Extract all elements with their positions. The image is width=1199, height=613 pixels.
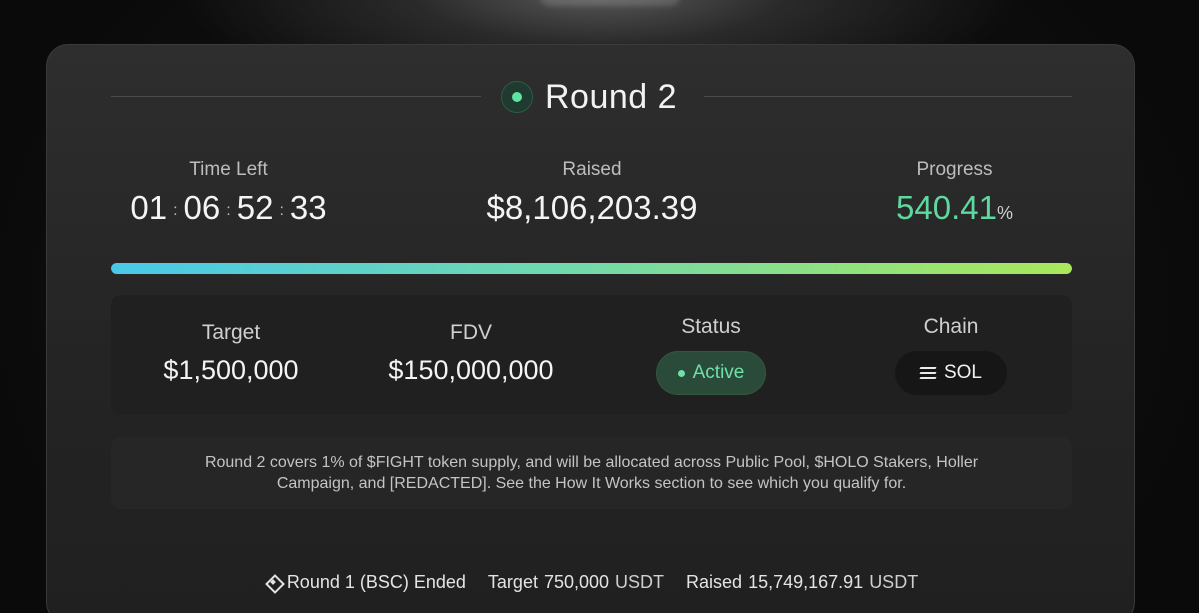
status-label: Status [681, 315, 741, 338]
fdv-info: FDV $150,000,000 [351, 295, 591, 415]
bnb-icon [265, 574, 281, 590]
round-card: Round 2 Time Left 01 : 06 : 52 : 33 Rais… [46, 44, 1135, 613]
timer-frames: 33 [289, 189, 327, 226]
round1-raised-label: Raised [686, 571, 743, 592]
progress-unit: % [996, 203, 1013, 223]
round-info-panel: Target $1,500,000 FDV $150,000,000 Statu… [111, 295, 1072, 415]
timer-minutes: 06 [183, 189, 221, 226]
raised-label: Raised [562, 159, 622, 180]
round-description: Round 2 covers 1% of $FIGHT token supply… [204, 454, 979, 492]
countdown-timer: 01 : 06 : 52 : 33 [111, 189, 346, 227]
round-description-box: Round 2 covers 1% of $FIGHT token supply… [111, 437, 1072, 509]
round1-raised: Raised 15,749,167.91 USDT [686, 572, 918, 593]
time-left-stat: Time Left 01 : 06 : 52 : 33 [111, 159, 346, 227]
round1-target: Target 750,000 USDT [488, 572, 664, 593]
timer-separator: : [173, 202, 178, 219]
round1-target-value: 750,000 [543, 571, 610, 592]
timer-hours: 01 [130, 189, 168, 226]
timer-separator: : [226, 202, 231, 219]
timer-seconds: 52 [236, 189, 274, 226]
round-header: Round 2 [111, 71, 1072, 123]
target-info: Target $1,500,000 [111, 295, 351, 415]
target-label: Target [201, 321, 261, 344]
header-divider-right [704, 96, 1072, 97]
solana-icon [919, 367, 937, 379]
progress-bar-fill [111, 263, 1072, 274]
progress-value: 540.41 [896, 189, 997, 226]
chain-value: SOL [943, 362, 983, 383]
round1-status: Round 1 (BSC) Ended [265, 572, 466, 593]
chain-info: Chain SOL [831, 295, 1071, 415]
status-value: Active [692, 362, 745, 383]
round1-target-label: Target [487, 571, 538, 592]
round1-target-unit: USDT [615, 571, 665, 592]
chain-label: Chain [923, 315, 979, 338]
status-info: Status Active [591, 295, 831, 415]
chain-badge: SOL [895, 351, 1007, 395]
previous-round-footer: Round 1 (BSC) Ended Target 750,000 USDT … [47, 569, 1136, 595]
live-indicator-icon [501, 81, 533, 113]
target-value: $1,500,000 [163, 355, 299, 385]
progress-label: Progress [916, 159, 993, 180]
round1-label: Round 1 (BSC) Ended [286, 571, 466, 592]
progress-bar [111, 263, 1072, 274]
status-dot-icon [677, 369, 685, 377]
fdv-label: FDV [450, 321, 492, 344]
background-blurred-text [540, 0, 680, 6]
time-left-label: Time Left [189, 159, 268, 180]
progress-value-wrap: 540.41% [837, 189, 1072, 227]
progress-stat: Progress 540.41% [837, 159, 1072, 227]
header-divider-left [111, 96, 481, 97]
round1-raised-value: 15,749,167.91 [748, 571, 864, 592]
status-badge: Active [656, 351, 766, 395]
raised-stat: Raised $8,106,203.39 [447, 159, 737, 227]
round-title: Round 2 [545, 77, 678, 116]
round1-raised-unit: USDT [869, 571, 919, 592]
raised-value: $8,106,203.39 [486, 189, 698, 226]
round-title-wrap: Round 2 [501, 71, 677, 123]
fdv-value: $150,000,000 [388, 355, 554, 385]
timer-separator: : [279, 202, 284, 219]
